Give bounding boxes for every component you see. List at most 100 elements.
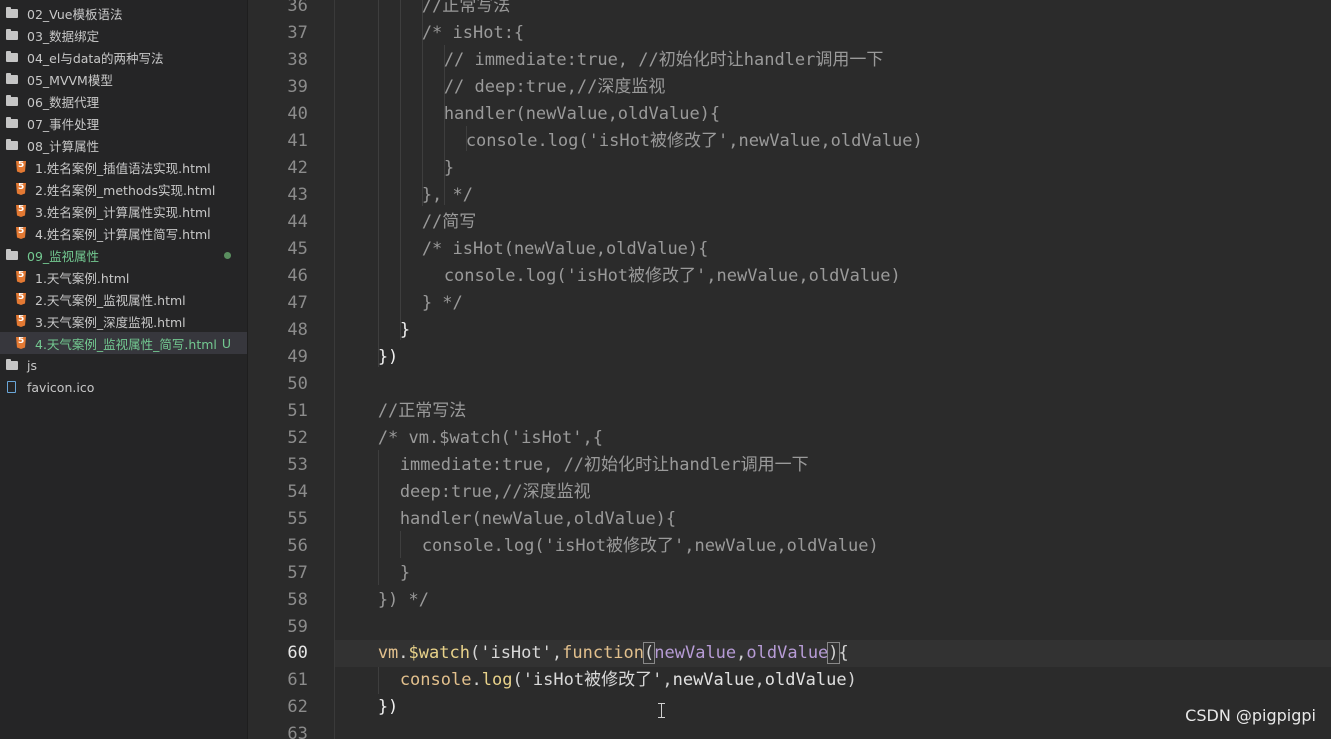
tree-item-folder[interactable]: 05_MVVM模型 xyxy=(0,68,247,90)
image-file-icon xyxy=(6,381,18,393)
tree-item-file[interactable]: 4.姓名案例_计算属性简写.html xyxy=(0,222,247,244)
indent-guide xyxy=(377,450,379,585)
token-arg: newValue xyxy=(672,670,755,690)
code-line-54: deep:true,//深度监视 xyxy=(399,482,591,502)
html5-icon xyxy=(16,161,26,173)
line-number: 61 xyxy=(287,670,308,690)
code-line-57: } xyxy=(399,563,411,583)
code-line-51: //正常写法 xyxy=(377,401,467,421)
code-line-53: immediate:true, //初始化时让handler调用一下 xyxy=(399,455,809,475)
html5-icon xyxy=(16,271,26,283)
folder-icon xyxy=(6,139,18,151)
line-number: 62 xyxy=(287,697,308,717)
line-number: 41 xyxy=(287,131,308,151)
line-number: 39 xyxy=(287,77,308,97)
code-line-42: } xyxy=(443,158,455,178)
code-line-55: handler(newValue,oldValue){ xyxy=(399,509,677,529)
folder-icon xyxy=(6,7,18,19)
folder-icon xyxy=(6,117,18,129)
html5-icon xyxy=(16,315,26,327)
html5-icon xyxy=(16,205,26,217)
folder-icon xyxy=(6,51,18,63)
explorer-sidebar: 02_Vue模板语法 03_数据绑定 04_el与data的两种写法 05_MV… xyxy=(0,0,248,739)
line-number: 47 xyxy=(287,293,308,313)
code-line-40: handler(newValue,oldValue){ xyxy=(443,104,721,124)
tree-item-folder[interactable]: 08_计算属性 xyxy=(0,134,247,156)
token-identifier: vm xyxy=(377,643,399,663)
tree-item-file[interactable]: 2.姓名案例_methods实现.html xyxy=(0,178,247,200)
tree-item-file[interactable]: 2.天气案例_监视属性.html xyxy=(0,288,247,310)
tree-item-folder[interactable]: 02_Vue模板语法 xyxy=(0,2,247,24)
code-line-61: console.log('isHot被修改了',newValue,oldValu… xyxy=(399,670,857,690)
line-number: 36 xyxy=(287,0,308,16)
code-line-49: }) xyxy=(377,347,399,367)
code-line-47: } */ xyxy=(421,293,463,313)
line-number: 49 xyxy=(287,347,308,367)
code-line-60: vm.$watch('isHot',function(newValue,oldV… xyxy=(377,642,849,664)
line-number: 54 xyxy=(287,482,308,502)
code-line-43: }, */ xyxy=(421,185,473,205)
tree-item-file[interactable]: 3.姓名案例_计算属性实现.html xyxy=(0,200,247,222)
indent-guide xyxy=(377,667,379,694)
code-line-36: //正常写法 xyxy=(421,0,511,16)
gutter-divider xyxy=(333,0,335,739)
token-arg: oldValue xyxy=(764,670,847,690)
line-number: 37 xyxy=(287,23,308,43)
code-line-45: /* isHot(newValue,oldValue){ xyxy=(421,239,709,259)
line-number: 56 xyxy=(287,536,308,556)
code-line-56: console.log('isHot被修改了',newValue,oldValu… xyxy=(421,536,879,556)
token-string: 'isHot' xyxy=(480,643,552,663)
code-line-58: }) */ xyxy=(377,590,429,610)
line-number: 44 xyxy=(287,212,308,232)
code-line-44: //简写 xyxy=(421,212,477,232)
git-modified-dot-icon xyxy=(224,252,231,259)
indent-guide xyxy=(399,0,401,340)
line-number: 58 xyxy=(287,590,308,610)
tree-item-folder[interactable]: 07_事件处理 xyxy=(0,112,247,134)
text-cursor-icon xyxy=(657,703,665,718)
code-line-41: console.log('isHot被修改了',newValue,oldValu… xyxy=(465,131,923,151)
tree-item-file[interactable]: 1.姓名案例_插值语法实现.html xyxy=(0,156,247,178)
line-number: 51 xyxy=(287,401,308,421)
indent-guide xyxy=(399,531,401,558)
tree-item-folder[interactable]: js xyxy=(0,354,247,376)
line-number: 63 xyxy=(287,724,308,739)
token-string: 'isHot被修改了' xyxy=(522,670,663,690)
tree-item-file[interactable]: 1.天气案例.html xyxy=(0,266,247,288)
folder-icon xyxy=(6,95,18,107)
tree-item-file-selected[interactable]: 4.天气案例_监视属性_简写.htmlU xyxy=(0,332,247,354)
tree-item-folder-modified[interactable]: 09_监视属性 xyxy=(0,244,247,266)
code-line-62: }) xyxy=(377,697,399,717)
line-number: 40 xyxy=(287,104,308,124)
line-number: 55 xyxy=(287,509,308,529)
indent-guide xyxy=(377,0,379,367)
code-line-37: /* isHot:{ xyxy=(421,23,525,43)
html5-icon xyxy=(16,293,26,305)
token-method: log xyxy=(481,670,513,690)
line-number-active: 60 xyxy=(287,643,308,663)
line-number: 50 xyxy=(287,374,308,394)
line-number: 57 xyxy=(287,563,308,583)
code-line-48: } xyxy=(399,320,411,340)
watermark: CSDN @pigpigpi xyxy=(1185,706,1316,725)
tree-item-folder[interactable]: 03_数据绑定 xyxy=(0,24,247,46)
code-line-52: /* vm.$watch('isHot',{ xyxy=(377,428,603,448)
tree-item-folder[interactable]: 04_el与data的两种写法 xyxy=(0,46,247,68)
line-number: 43 xyxy=(287,185,308,205)
line-number: 59 xyxy=(287,617,308,637)
html5-icon xyxy=(16,227,26,239)
line-number: 52 xyxy=(287,428,308,448)
token-method: $watch xyxy=(408,643,470,663)
token-param: oldValue xyxy=(746,643,829,663)
code-line-46: console.log('isHot被修改了',newValue,oldValu… xyxy=(443,266,901,286)
token-param: newValue xyxy=(654,643,737,663)
line-number: 38 xyxy=(287,50,308,70)
tree-item-file[interactable]: 3.天气案例_深度监视.html xyxy=(0,310,247,332)
code-editor[interactable]: 36 37 38 39 40 41 42 43 44 45 46 47 48 4… xyxy=(247,0,1331,739)
folder-icon xyxy=(6,73,18,85)
tree-item-file[interactable]: favicon.ico xyxy=(0,376,247,398)
code-line-39: // deep:true,//深度监视 xyxy=(443,77,666,97)
line-number: 46 xyxy=(287,266,308,286)
tree-item-folder[interactable]: 06_数据代理 xyxy=(0,90,247,112)
git-untracked-badge: U xyxy=(221,335,232,351)
